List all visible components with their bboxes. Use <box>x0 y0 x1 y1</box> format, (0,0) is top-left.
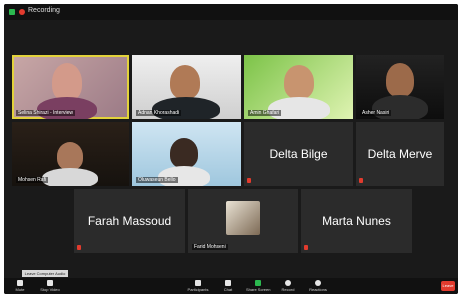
participant-tile-2[interactable]: Adnan Khorashadi <box>132 55 241 119</box>
participant-video <box>386 63 414 97</box>
participant-name: Mohsen Rafi <box>16 177 49 183</box>
participant-video <box>170 65 200 99</box>
participant-tile-5[interactable]: Mohsen Rafi <box>12 122 129 186</box>
recording-label: Recording <box>28 7 60 14</box>
participant-tile-1[interactable]: Selina Shirazi - Interview <box>12 55 129 119</box>
microphone-icon <box>17 280 23 286</box>
participant-name: Selina Shirazi - Interview <box>16 110 76 116</box>
participant-name-large: Farah Massoud <box>87 214 172 228</box>
mute-button[interactable]: Mute <box>8 279 32 293</box>
stop-video-button[interactable]: Stop Video <box>38 279 62 293</box>
chat-icon <box>225 280 231 286</box>
participant-tile-6[interactable]: Oluwaseun Bello <box>132 122 241 186</box>
participant-name-large: Delta Merve <box>367 147 433 161</box>
participant-name: Asher Nasiri <box>360 110 392 116</box>
mic-muted-icon <box>359 178 363 183</box>
participant-video <box>52 63 82 101</box>
recording-dot-icon <box>19 9 25 15</box>
participant-name-large: Marta Nunes <box>322 214 391 228</box>
participant-tile-11[interactable]: Marta Nunes <box>301 189 412 253</box>
participant-video <box>284 65 314 99</box>
participant-name: Farid Mohseni <box>192 244 228 250</box>
record-icon <box>285 280 291 286</box>
video-camera-icon <box>47 280 53 286</box>
zoom-window: Recording Selina Shirazi - Interview Adn… <box>4 4 458 294</box>
participant-tile-7[interactable]: Delta Bilge <box>244 122 353 186</box>
participant-tile-3[interactable]: Amin Ghafari <box>244 55 353 119</box>
participant-photo <box>226 201 260 235</box>
top-bar: Recording <box>4 4 458 20</box>
participant-video <box>57 142 83 170</box>
participant-name: Oluwaseun Bello <box>136 177 178 183</box>
participant-tile-4[interactable]: Asher Nasiri <box>356 55 444 119</box>
gallery-view: Selina Shirazi - Interview Adnan Khorash… <box>4 20 458 278</box>
reactions-icon <box>315 280 321 286</box>
security-shield-icon[interactable] <box>9 9 15 15</box>
mic-muted-icon <box>77 245 81 250</box>
chat-button[interactable]: Chat <box>216 279 240 293</box>
record-button[interactable]: Record <box>276 279 300 293</box>
participants-icon <box>195 280 201 286</box>
leave-button[interactable]: Leave <box>441 281 455 291</box>
reactions-button[interactable]: Reactions <box>306 279 330 293</box>
share-screen-icon <box>255 280 261 286</box>
audio-tooltip: Leave Computer Audio <box>22 270 68 277</box>
participant-tile-10[interactable]: Farid Mohseni <box>188 189 298 253</box>
mic-muted-icon <box>304 245 308 250</box>
participant-name: Amin Ghafari <box>248 110 282 116</box>
participant-tile-9[interactable]: Farah Massoud <box>74 189 185 253</box>
participant-body <box>42 168 98 186</box>
participant-tile-8[interactable]: Delta Merve <box>356 122 444 186</box>
participants-button[interactable]: Participants <box>186 279 210 293</box>
share-screen-button[interactable]: Share Screen <box>246 279 270 293</box>
participant-body <box>158 166 210 186</box>
participant-name-large: Delta Bilge <box>269 147 328 161</box>
participant-video <box>170 138 198 168</box>
mic-muted-icon <box>247 178 251 183</box>
meeting-toolbar: Mute Stop Video Participants Chat Share … <box>4 278 458 294</box>
participant-name: Adnan Khorashadi <box>136 110 182 116</box>
